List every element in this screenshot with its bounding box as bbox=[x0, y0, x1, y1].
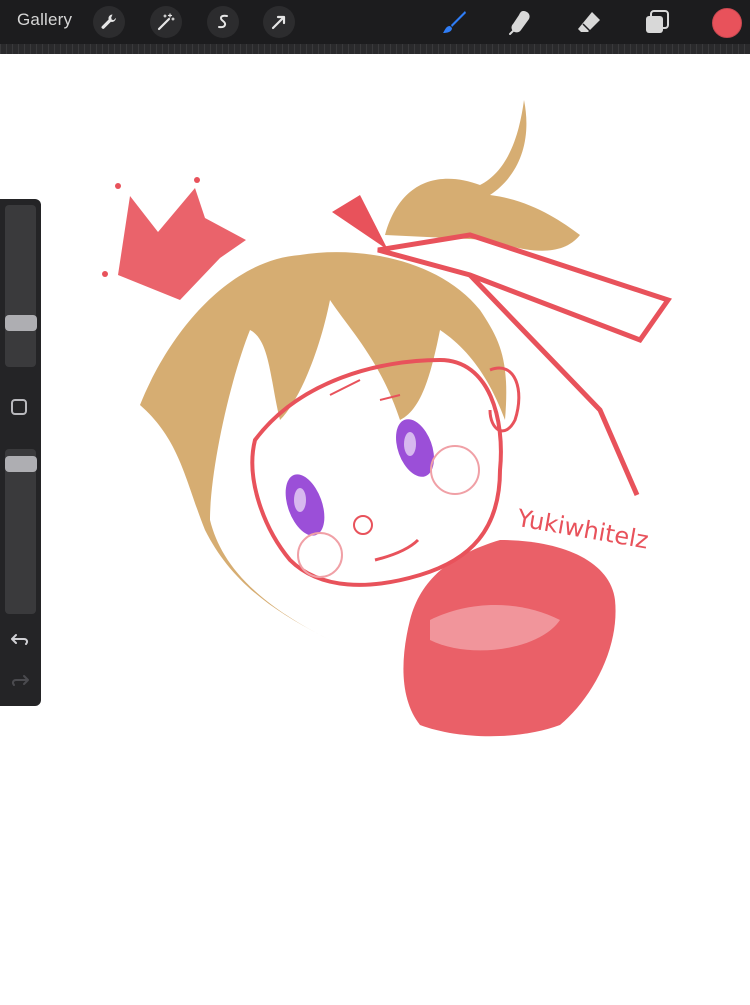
brush-icon bbox=[443, 11, 466, 33]
transform-button[interactable] bbox=[263, 6, 295, 38]
left-sidebar bbox=[0, 199, 41, 706]
opacity-slider[interactable] bbox=[5, 449, 36, 614]
undo-button[interactable] bbox=[8, 627, 32, 651]
layers-button[interactable] bbox=[641, 6, 673, 38]
brush-size-thumb[interactable] bbox=[5, 314, 37, 331]
redo-button[interactable] bbox=[8, 668, 32, 692]
brush-tool-button[interactable] bbox=[438, 6, 470, 38]
layers-icon bbox=[646, 10, 669, 33]
undo-icon bbox=[11, 634, 29, 645]
actions-button[interactable] bbox=[93, 6, 125, 38]
gallery-button[interactable]: Gallery bbox=[17, 10, 72, 30]
selection-s-icon bbox=[218, 14, 228, 29]
eraser-tool-button[interactable] bbox=[573, 6, 605, 38]
wrench-icon bbox=[101, 14, 116, 29]
selection-button[interactable] bbox=[207, 6, 239, 38]
adjustments-button[interactable] bbox=[150, 6, 182, 38]
toolbar-edge bbox=[0, 44, 750, 54]
smudge-icon bbox=[509, 11, 530, 35]
magic-wand-icon bbox=[157, 13, 175, 31]
arrow-cursor-icon bbox=[271, 15, 286, 30]
crown-drawing bbox=[102, 177, 246, 300]
eraser-icon bbox=[578, 12, 600, 32]
opacity-thumb[interactable] bbox=[5, 456, 37, 473]
modify-button[interactable] bbox=[11, 399, 27, 415]
top-toolbar: Gallery bbox=[0, 0, 750, 44]
brush-size-slider[interactable] bbox=[5, 205, 36, 367]
color-picker-button[interactable] bbox=[712, 8, 742, 38]
redo-icon bbox=[11, 675, 29, 686]
smudge-tool-button[interactable] bbox=[505, 6, 537, 38]
drawing-canvas[interactable]: Yukiwhitelz bbox=[0, 54, 750, 1000]
